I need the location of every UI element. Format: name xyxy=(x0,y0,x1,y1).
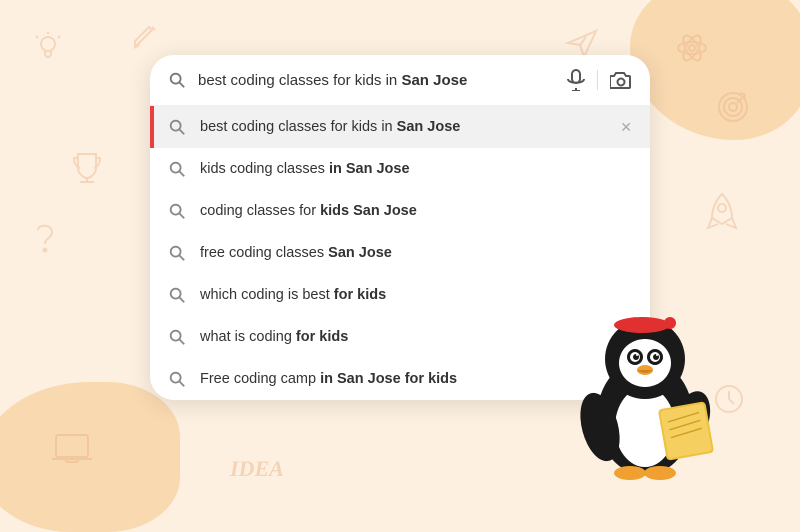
camera-icon[interactable] xyxy=(610,71,632,89)
divider xyxy=(597,70,598,90)
suggestion-item-1[interactable]: kids coding classes in San Jose xyxy=(150,148,650,190)
search-query-normal: best coding classes for kids in xyxy=(198,72,401,89)
suggestion-text-3: free coding classes San Jose xyxy=(200,245,632,261)
suggestion-text-0: best coding classes for kids in San Jose xyxy=(200,119,606,135)
penguin-mascot xyxy=(570,287,720,492)
search-icon-bar xyxy=(168,71,186,89)
suggestion-item-0[interactable]: best coding classes for kids in San Jose… xyxy=(150,106,650,148)
suggestion-text-5: what is coding for kids xyxy=(200,329,632,345)
suggestion-item-3[interactable]: free coding classes San Jose xyxy=(150,232,650,274)
search-bar[interactable]: best coding classes for kids in San Jose xyxy=(150,55,650,106)
suggestion-search-icon-1 xyxy=(168,160,186,178)
suggestion-search-icon-2 xyxy=(168,202,186,220)
suggestion-text-2: coding classes for kids San Jose xyxy=(200,203,632,219)
suggestion-text-4: which coding is best for kids xyxy=(200,287,632,303)
suggestion-search-icon-6 xyxy=(168,370,186,388)
suggestion-search-icon-3 xyxy=(168,244,186,262)
search-query-display: best coding classes for kids in San Jose xyxy=(198,72,555,89)
close-icon-0[interactable]: ✕ xyxy=(620,119,632,136)
search-query-bold: San Jose xyxy=(401,72,467,89)
suggestion-search-icon-4 xyxy=(168,286,186,304)
suggestion-search-icon-5 xyxy=(168,328,186,346)
suggestion-text-1: kids coding classes in San Jose xyxy=(200,161,632,177)
suggestion-item-2[interactable]: coding classes for kids San Jose xyxy=(150,190,650,232)
suggestion-search-icon-0 xyxy=(168,118,186,136)
microphone-icon[interactable] xyxy=(567,69,585,91)
suggestion-text-6: Free coding camp in San Jose for kids xyxy=(200,371,632,387)
